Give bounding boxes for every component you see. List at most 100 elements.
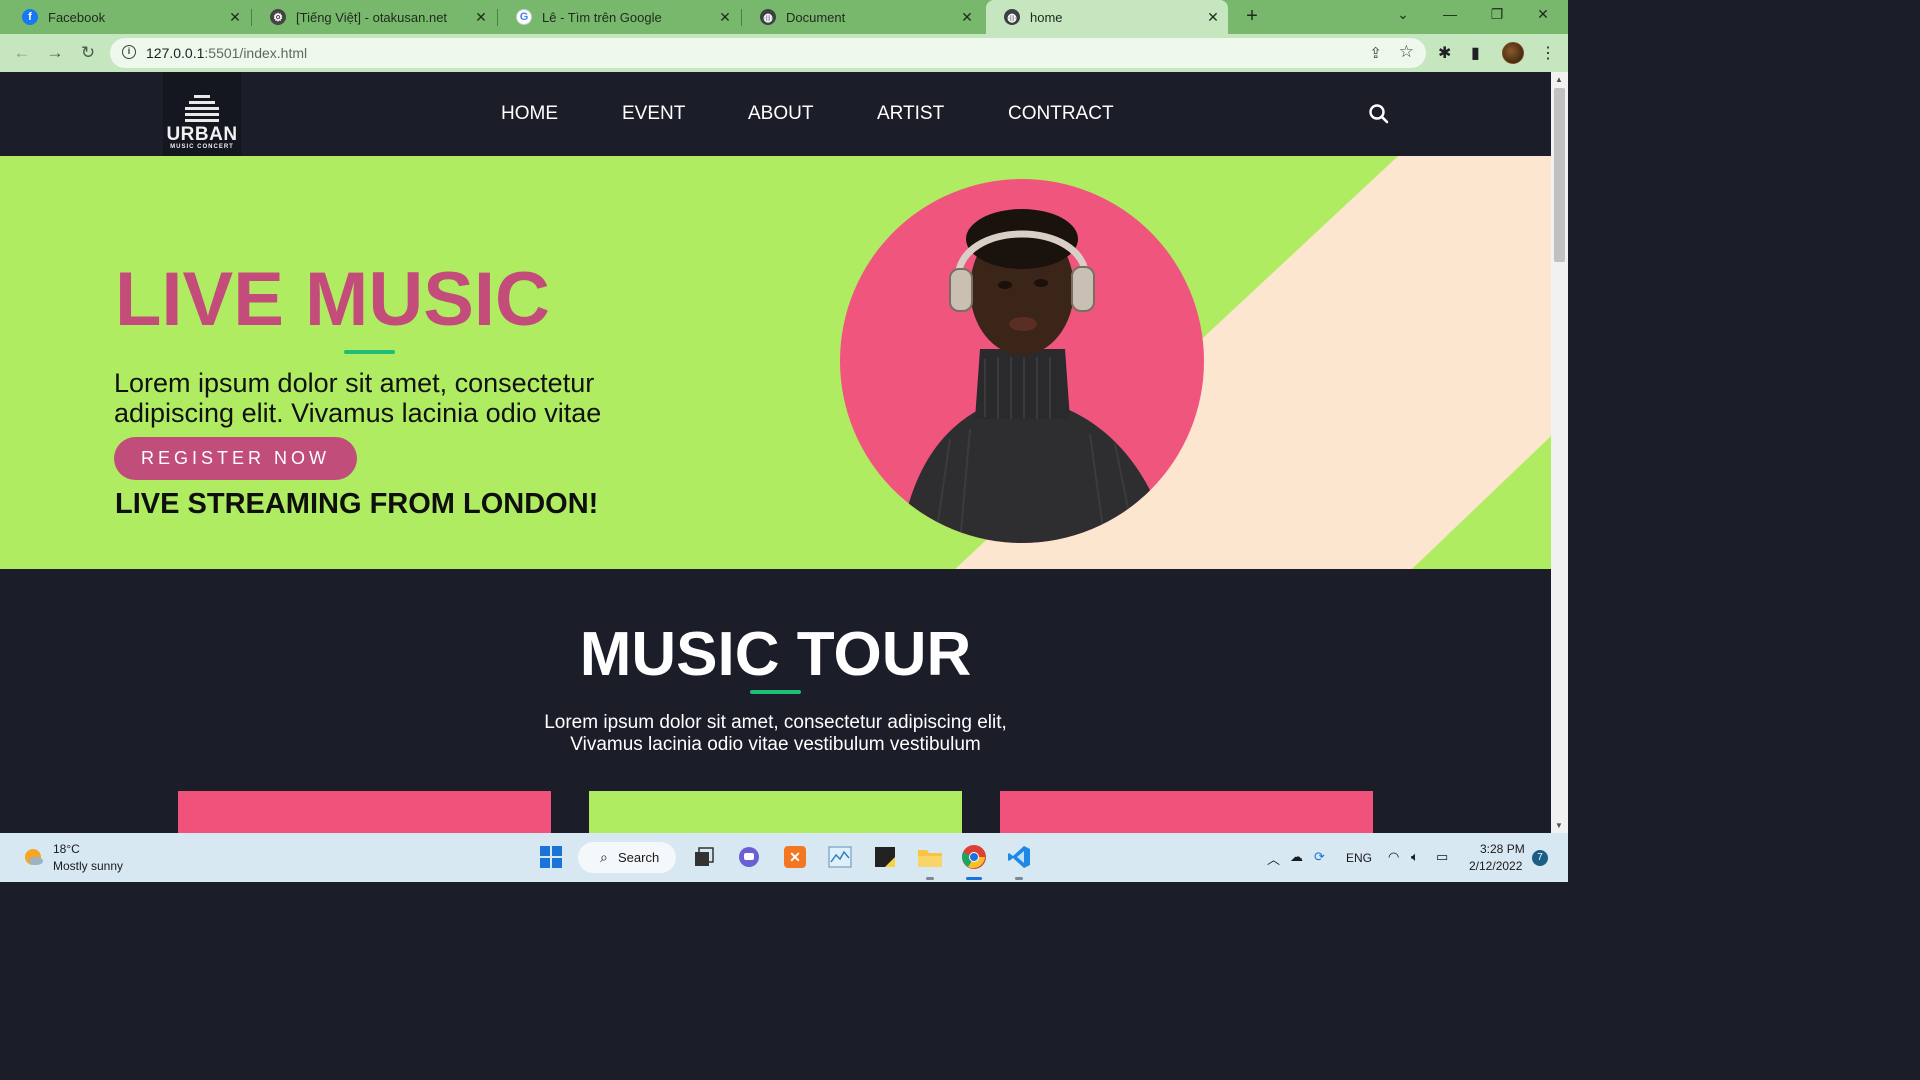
tab-document[interactable]: ◍ Document ✕ xyxy=(742,0,982,34)
tab-title: home xyxy=(1030,9,1063,25)
sync-icon[interactable]: ⟳ xyxy=(1314,849,1325,865)
bookmark-star-icon[interactable]: ☆ xyxy=(1399,42,1414,62)
hero-title-underline xyxy=(344,350,395,354)
web-page: URBAN MUSIC CONCERT HOME EVENT ABOUT ART… xyxy=(0,72,1551,833)
url-text: 127.0.0.1:5501/index.html xyxy=(146,45,307,61)
site-header: URBAN MUSIC CONCERT HOME EVENT ABOUT ART… xyxy=(0,72,1551,156)
facebook-icon: f xyxy=(22,9,38,25)
close-icon[interactable]: ✕ xyxy=(470,9,492,26)
onedrive-cloud-icon[interactable]: ☁ xyxy=(1290,849,1303,865)
browser-toolbar: ← → ↻ i 127.0.0.1:5501/index.html ⇪ ☆ ✱ … xyxy=(0,34,1568,72)
nav-about[interactable]: ABOUT xyxy=(748,103,813,125)
address-bar[interactable]: i 127.0.0.1:5501/index.html ⇪ ☆ xyxy=(110,38,1426,68)
logo-word: URBAN xyxy=(166,124,238,145)
share-icon[interactable]: ⇪ xyxy=(1369,44,1382,62)
tab-title: [Tiếng Việt] - otakusan.net xyxy=(296,9,448,25)
nav-artist[interactable]: ARTIST xyxy=(877,103,944,125)
weather-temperature[interactable]: 18°C xyxy=(53,842,80,856)
tab-google[interactable]: G Lê - Tìm trên Google ✕ xyxy=(498,0,740,34)
volume-icon[interactable]: 🔈︎ xyxy=(1411,849,1419,865)
chrome-icon[interactable] xyxy=(960,843,988,871)
page-scrollbar[interactable]: ▲ ▼ xyxy=(1551,72,1568,833)
resource-monitor-icon[interactable] xyxy=(826,843,854,871)
tour-title: MUSIC TOUR xyxy=(579,620,972,689)
equalizer-logo-icon xyxy=(185,95,219,122)
hero-description: Lorem ipsum dolor sit amet, consectetur … xyxy=(114,368,602,428)
forward-button[interactable]: → xyxy=(44,42,66,64)
tour-card-2[interactable] xyxy=(589,791,962,833)
chat-icon[interactable] xyxy=(735,843,763,871)
search-icon: ⌕ xyxy=(600,849,608,865)
restore-button[interactable]: ❐ xyxy=(1482,6,1512,23)
music-tour-section: MUSIC TOUR Lorem ipsum dolor sit amet, c… xyxy=(0,569,1551,833)
sticky-notes-icon[interactable] xyxy=(871,843,899,871)
side-panel-icon[interactable]: ▮ xyxy=(1471,43,1480,63)
windows-start-icon[interactable] xyxy=(537,843,565,871)
url-path: :5501/index.html xyxy=(204,45,308,61)
close-icon[interactable]: ✕ xyxy=(714,9,736,26)
clock-date[interactable]: 2/12/2022 xyxy=(1469,859,1522,873)
taskbar-search[interactable]: ⌕ Search xyxy=(578,842,676,873)
taskbar-search-label: Search xyxy=(618,850,660,865)
notification-badge[interactable]: 7 xyxy=(1532,850,1548,866)
scroll-down-icon[interactable]: ▼ xyxy=(1555,821,1563,830)
hero-streaming-tagline: LIVE STREAMING FROM LONDON! xyxy=(115,488,599,520)
svg-text:✕: ✕ xyxy=(789,849,801,865)
scrollbar-thumb[interactable] xyxy=(1554,88,1565,262)
globe-icon: ◍ xyxy=(1004,9,1020,25)
reload-button[interactable]: ↻ xyxy=(77,42,99,64)
search-icon[interactable] xyxy=(1368,103,1390,125)
profile-avatar[interactable] xyxy=(1502,42,1524,64)
back-button[interactable]: ← xyxy=(11,42,33,64)
nav-home[interactable]: HOME xyxy=(501,103,558,125)
language-indicator[interactable]: ENG xyxy=(1346,851,1372,865)
site-info-icon[interactable]: i xyxy=(122,45,136,59)
tour-card-3[interactable] xyxy=(1000,791,1373,833)
running-indicator xyxy=(926,877,934,880)
windows-taskbar: 18°C Mostly sunny ⌕ Search ✕ ︿ ☁ ⟳ ENG ◠… xyxy=(0,833,1568,882)
active-app-indicator xyxy=(966,877,982,880)
tray-chevron-up-icon[interactable]: ︿ xyxy=(1267,849,1280,868)
window-close-button[interactable]: ✕ xyxy=(1528,6,1558,23)
gear-icon: ⚙ xyxy=(270,9,286,25)
sun-cloud-icon[interactable] xyxy=(22,846,44,868)
url-host: 127.0.0.1 xyxy=(146,45,205,61)
tour-description-line-1: Lorem ipsum dolor sit amet, consectetur … xyxy=(544,712,1007,733)
xampp-icon[interactable]: ✕ xyxy=(781,843,809,871)
scroll-up-icon[interactable]: ▲ xyxy=(1555,75,1563,84)
tab-home[interactable]: ◍ home ✕ xyxy=(986,0,1228,34)
tour-description-line-2: Vivamus lacinia odio vitae vestibulum ve… xyxy=(570,734,981,755)
new-tab-button[interactable]: + xyxy=(1240,5,1264,29)
globe-icon: ◍ xyxy=(760,9,776,25)
minimize-button[interactable]: — xyxy=(1435,6,1465,22)
tab-title: Lê - Tìm trên Google xyxy=(542,9,662,25)
clock-time[interactable]: 3:28 PM xyxy=(1480,842,1525,856)
file-explorer-icon[interactable] xyxy=(916,843,944,871)
weather-description[interactable]: Mostly sunny xyxy=(53,859,123,873)
tour-description: Lorem ipsum dolor sit amet, consectetur … xyxy=(0,712,1551,756)
logo-subtitle: MUSIC CONCERT xyxy=(170,144,234,150)
vscode-icon[interactable] xyxy=(1005,843,1033,871)
nav-event[interactable]: EVENT xyxy=(622,103,685,125)
close-icon[interactable]: ✕ xyxy=(956,9,978,26)
tour-card-1[interactable] xyxy=(178,791,551,833)
browser-tab-bar: f Facebook ✕ ⚙ [Tiếng Việt] - otakusan.n… xyxy=(0,0,1568,34)
task-view-icon[interactable] xyxy=(690,843,718,871)
extensions-icon[interactable]: ✱ xyxy=(1438,43,1451,63)
register-now-button[interactable]: REGISTER NOW xyxy=(114,437,357,480)
close-icon[interactable]: ✕ xyxy=(224,9,246,26)
tab-search-chevron-icon[interactable]: ⌄ xyxy=(1388,6,1418,23)
running-indicator xyxy=(1015,877,1023,880)
hero-section: LIVE MUSIC Lorem ipsum dolor sit amet, c… xyxy=(0,156,1551,569)
hero-title: LIVE MUSIC xyxy=(115,257,550,342)
tab-facebook[interactable]: f Facebook ✕ xyxy=(4,0,250,34)
close-icon[interactable]: ✕ xyxy=(1202,9,1224,26)
site-logo[interactable]: URBAN MUSIC CONCERT xyxy=(163,72,241,156)
wifi-icon[interactable]: ◠ xyxy=(1388,849,1399,865)
tab-otakusan[interactable]: ⚙ [Tiếng Việt] - otakusan.net ✕ xyxy=(252,0,496,34)
tab-title: Document xyxy=(786,9,846,25)
nav-contract[interactable]: CONTRACT xyxy=(1008,103,1114,125)
google-icon: G xyxy=(516,9,532,25)
battery-icon[interactable]: ▭ xyxy=(1436,849,1448,865)
menu-kebab-icon[interactable]: ⋮ xyxy=(1540,43,1556,63)
